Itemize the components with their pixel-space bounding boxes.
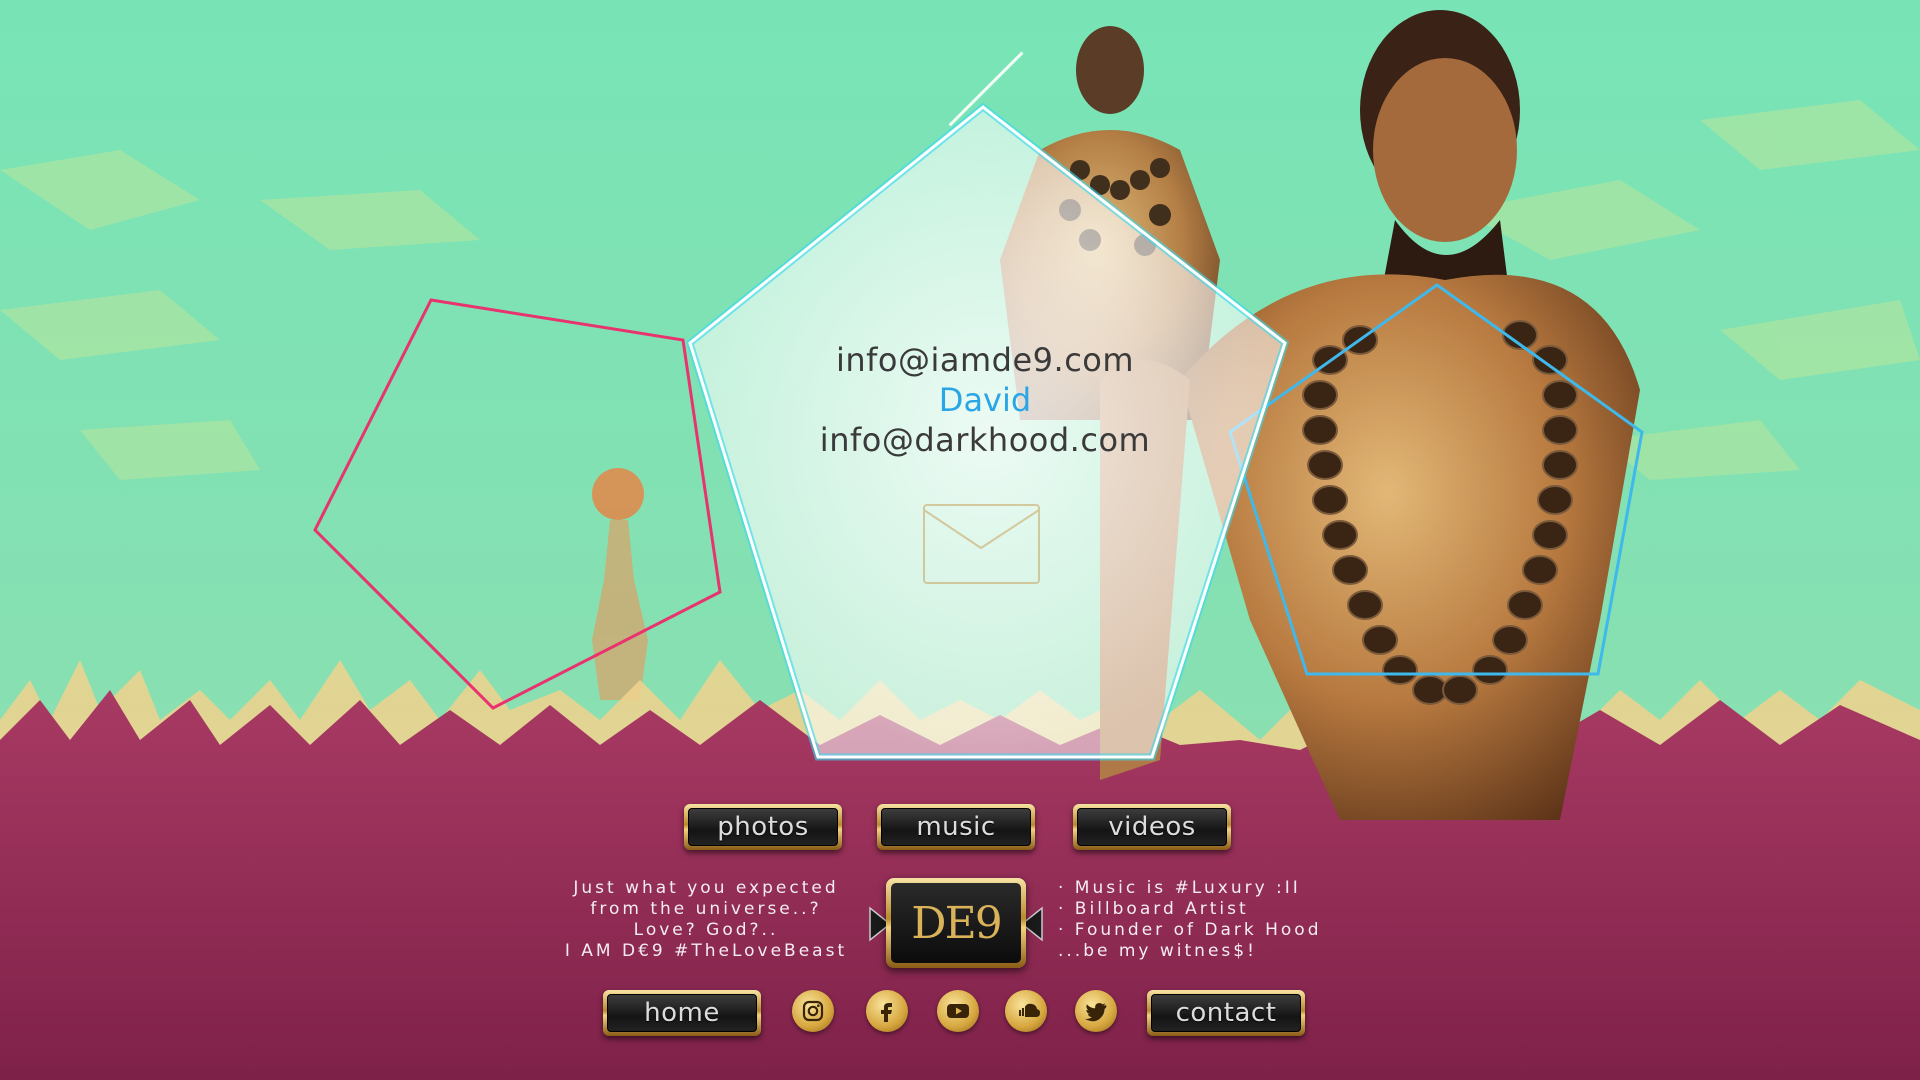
tagline-left: Just what you expected from the universe… xyxy=(555,878,857,962)
twitter-icon[interactable] xyxy=(1075,990,1117,1032)
tagline-left-line: I AM D€9 #TheLoveBeast xyxy=(564,941,848,961)
tagline-right-line: · Music is #Luxury :II xyxy=(1058,878,1301,898)
contact-info: info@iamde9.com David info@darkhood.com xyxy=(760,340,1210,460)
tagline-left-line: Love? God?.. xyxy=(633,920,779,940)
music-button[interactable]: music xyxy=(877,804,1035,850)
email-primary-link[interactable]: info@iamde9.com xyxy=(760,340,1210,380)
page: info@iamde9.com David info@darkhood.com … xyxy=(0,0,1920,1080)
tagline-left-line: from the universe..? xyxy=(590,899,822,919)
photos-button[interactable]: photos xyxy=(684,804,842,850)
videos-label: videos xyxy=(1108,812,1196,842)
youtube-icon[interactable] xyxy=(937,990,979,1032)
instagram-icon[interactable] xyxy=(792,990,834,1032)
email-secondary-link[interactable]: info@darkhood.com xyxy=(760,420,1210,460)
home-button[interactable]: home xyxy=(603,990,761,1036)
music-label: music xyxy=(916,812,996,842)
tagline-right: · Music is #Luxury :II · Billboard Artis… xyxy=(1058,878,1368,962)
facebook-icon[interactable] xyxy=(866,990,908,1032)
contact-name: David xyxy=(938,381,1032,419)
tagline-left-line: Just what you expected xyxy=(573,878,839,898)
videos-button[interactable]: videos xyxy=(1073,804,1231,850)
tagline-right-line: · Billboard Artist xyxy=(1058,899,1249,919)
tagline-right-line: ...be my witnes$! xyxy=(1058,941,1257,961)
logo-de9[interactable]: DE9 xyxy=(868,878,1044,970)
logo-text: DE9 xyxy=(911,897,1002,949)
contact-label: contact xyxy=(1175,998,1277,1028)
tagline-right-line: · Founder of Dark Hood xyxy=(1058,920,1322,940)
home-label: home xyxy=(644,998,720,1028)
contact-button[interactable]: contact xyxy=(1147,990,1305,1036)
photos-label: photos xyxy=(717,812,809,842)
soundcloud-icon[interactable] xyxy=(1005,990,1047,1032)
